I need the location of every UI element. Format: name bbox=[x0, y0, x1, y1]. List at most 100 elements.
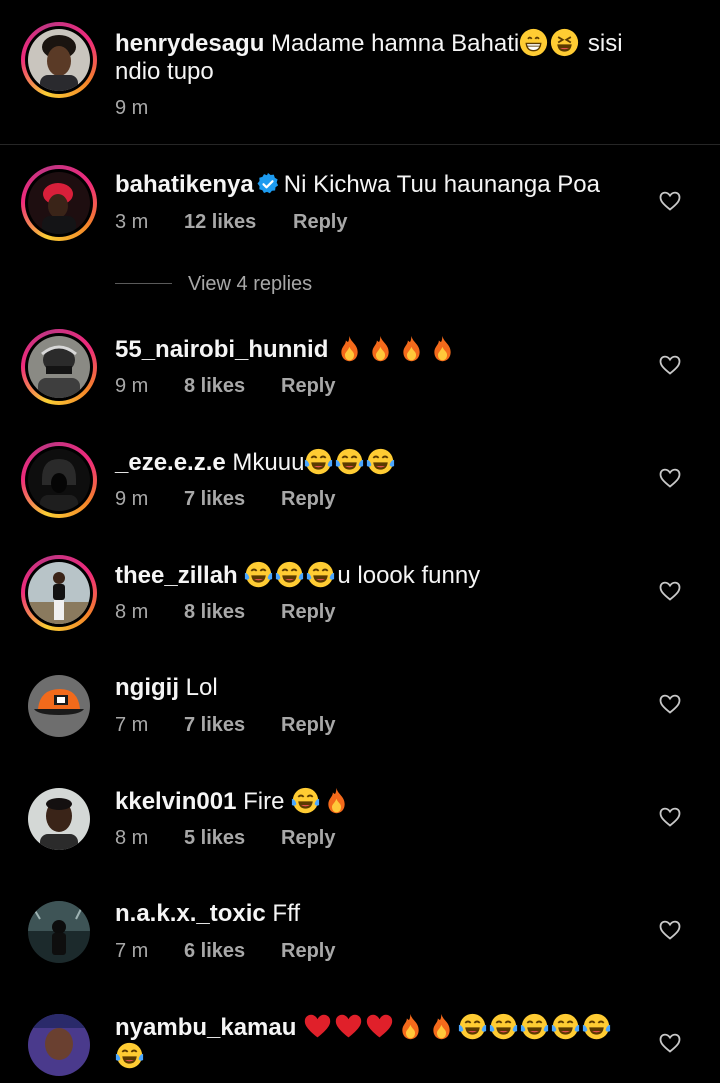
comment-body: Fire bbox=[243, 788, 285, 815]
tears-of-joy-emoji bbox=[458, 1013, 487, 1040]
like-heart-icon[interactable] bbox=[658, 189, 682, 213]
caption-text-line2: ndio tupo bbox=[115, 58, 214, 85]
avatar bbox=[28, 29, 90, 91]
caption-username[interactable]: henrydesagu bbox=[115, 30, 264, 57]
comment-body: u loook funny bbox=[337, 562, 481, 589]
fire-emoji bbox=[372, 335, 389, 362]
tears-of-joy-emoji bbox=[520, 1013, 549, 1040]
like-heart-icon[interactable] bbox=[658, 466, 682, 490]
likes-count[interactable]: 8 likes bbox=[184, 374, 245, 398]
reply-button[interactable]: Reply bbox=[281, 713, 335, 737]
timestamp: 8 m bbox=[115, 827, 149, 849]
verified-badge-icon bbox=[257, 173, 278, 194]
reply-button[interactable]: Reply bbox=[293, 210, 347, 234]
comment-username[interactable]: kkelvin001 bbox=[115, 788, 236, 815]
caption-text-part1: Madame hamna Bahati bbox=[264, 30, 520, 57]
like-heart-icon[interactable] bbox=[658, 353, 682, 377]
comment-text: thee_zillah u loook funny bbox=[115, 560, 645, 590]
tears-of-joy-emoji bbox=[307, 561, 335, 588]
comment-avatar[interactable] bbox=[21, 329, 97, 405]
comment-body: Mkuuu bbox=[232, 449, 305, 476]
tears-of-joy-emoji bbox=[245, 561, 273, 588]
heart-emoji bbox=[304, 1014, 331, 1038]
view-replies-label[interactable]: View 4 replies bbox=[188, 271, 312, 297]
avatar bbox=[28, 449, 90, 511]
fire-emoji bbox=[403, 335, 420, 362]
caption-text: henrydesagu Madame hamna Bahati sisi bbox=[115, 28, 645, 58]
timestamp: 8 m bbox=[115, 601, 149, 623]
caption: henrydesagu Madame hamna Bahati sisi ndi… bbox=[0, 0, 720, 145]
likes-count[interactable]: 6 likes bbox=[184, 939, 245, 963]
reply-button[interactable]: Reply bbox=[281, 487, 335, 511]
comment-avatar[interactable] bbox=[21, 668, 97, 744]
timestamp: 9 m bbox=[115, 375, 149, 397]
reply-button[interactable]: Reply bbox=[281, 374, 335, 398]
timestamp: 9 m bbox=[115, 488, 149, 510]
fire-emoji bbox=[402, 1013, 419, 1040]
comment-text: n.a.k.x._toxic Fff bbox=[115, 899, 645, 928]
comment-avatar[interactable] bbox=[21, 442, 97, 518]
comment-avatar[interactable] bbox=[21, 555, 97, 631]
like-heart-icon[interactable] bbox=[658, 918, 682, 942]
comment-avatar[interactable] bbox=[21, 781, 97, 857]
comment-text: bahatikenya Ni Kichwa Tuu haunanga Poa bbox=[115, 170, 645, 199]
reply-button[interactable]: Reply bbox=[281, 826, 335, 850]
comment-username[interactable]: nyambu_kamau bbox=[115, 1014, 296, 1041]
squint-laugh-emoji bbox=[551, 28, 579, 57]
divider bbox=[0, 144, 720, 145]
comment-text-line2 bbox=[115, 1041, 645, 1071]
tears-of-joy-emoji bbox=[367, 448, 395, 475]
avatar bbox=[28, 1014, 90, 1076]
fire-emoji bbox=[341, 335, 358, 362]
fire-emoji bbox=[328, 787, 345, 814]
grin-emoji bbox=[520, 28, 548, 57]
avatar bbox=[28, 901, 90, 963]
comment-avatar[interactable] bbox=[21, 165, 97, 241]
comment-avatar[interactable] bbox=[21, 894, 97, 970]
comment-username[interactable]: ngigij bbox=[115, 674, 179, 701]
reply-button[interactable]: Reply bbox=[281, 600, 335, 624]
likes-count[interactable]: 7 likes bbox=[184, 487, 245, 511]
comment-username[interactable]: thee_zillah bbox=[115, 562, 238, 589]
fire-emoji bbox=[434, 335, 451, 362]
like-heart-icon[interactable] bbox=[658, 692, 682, 716]
likes-count[interactable]: 8 likes bbox=[184, 600, 245, 624]
comment-text: ngigij Lol bbox=[115, 673, 645, 702]
tears-of-joy-emoji bbox=[489, 1013, 518, 1040]
tears-of-joy-emoji bbox=[305, 448, 333, 475]
heart-emoji bbox=[366, 1014, 393, 1038]
timestamp: 7 m bbox=[115, 940, 149, 962]
fire-emoji bbox=[433, 1013, 450, 1040]
tears-of-joy-emoji bbox=[551, 1013, 580, 1040]
caption-text-part2: sisi bbox=[581, 30, 623, 57]
comment-body: Lol bbox=[185, 674, 218, 701]
like-heart-icon[interactable] bbox=[658, 805, 682, 829]
comment-username[interactable]: _eze.e.z.e bbox=[115, 449, 226, 476]
likes-count[interactable]: 7 likes bbox=[184, 713, 245, 737]
avatar bbox=[28, 788, 90, 850]
tears-of-joy-emoji bbox=[115, 1042, 144, 1069]
timestamp: 3 m bbox=[115, 211, 149, 233]
likes-count[interactable]: 12 likes bbox=[184, 210, 256, 234]
view-replies-line bbox=[115, 283, 172, 284]
comment-username[interactable]: n.a.k.x._toxic bbox=[115, 900, 266, 927]
reply-button[interactable]: Reply bbox=[281, 939, 335, 963]
avatar bbox=[28, 172, 90, 234]
likes-count[interactable]: 5 likes bbox=[184, 826, 245, 850]
comment-username[interactable]: 55_nairobi_hunnid bbox=[115, 336, 328, 363]
comment-text: 55_nairobi_hunnid bbox=[115, 334, 645, 364]
avatar bbox=[28, 562, 90, 624]
comment-body: Fff bbox=[272, 900, 300, 927]
avatar bbox=[28, 675, 90, 737]
tears-of-joy-emoji bbox=[292, 787, 320, 814]
timestamp: 9 m bbox=[115, 97, 149, 119]
avatar bbox=[28, 336, 90, 398]
comment-avatar[interactable] bbox=[21, 1007, 97, 1083]
caption-avatar[interactable] bbox=[21, 22, 97, 98]
like-heart-icon[interactable] bbox=[658, 579, 682, 603]
heart-emoji bbox=[335, 1014, 362, 1038]
comment-username[interactable]: bahatikenya bbox=[115, 171, 254, 198]
like-heart-icon[interactable] bbox=[658, 1031, 682, 1055]
comment-text: kkelvin001 Fire bbox=[115, 786, 645, 816]
comment-body: Ni Kichwa Tuu haunanga Poa bbox=[283, 171, 600, 198]
